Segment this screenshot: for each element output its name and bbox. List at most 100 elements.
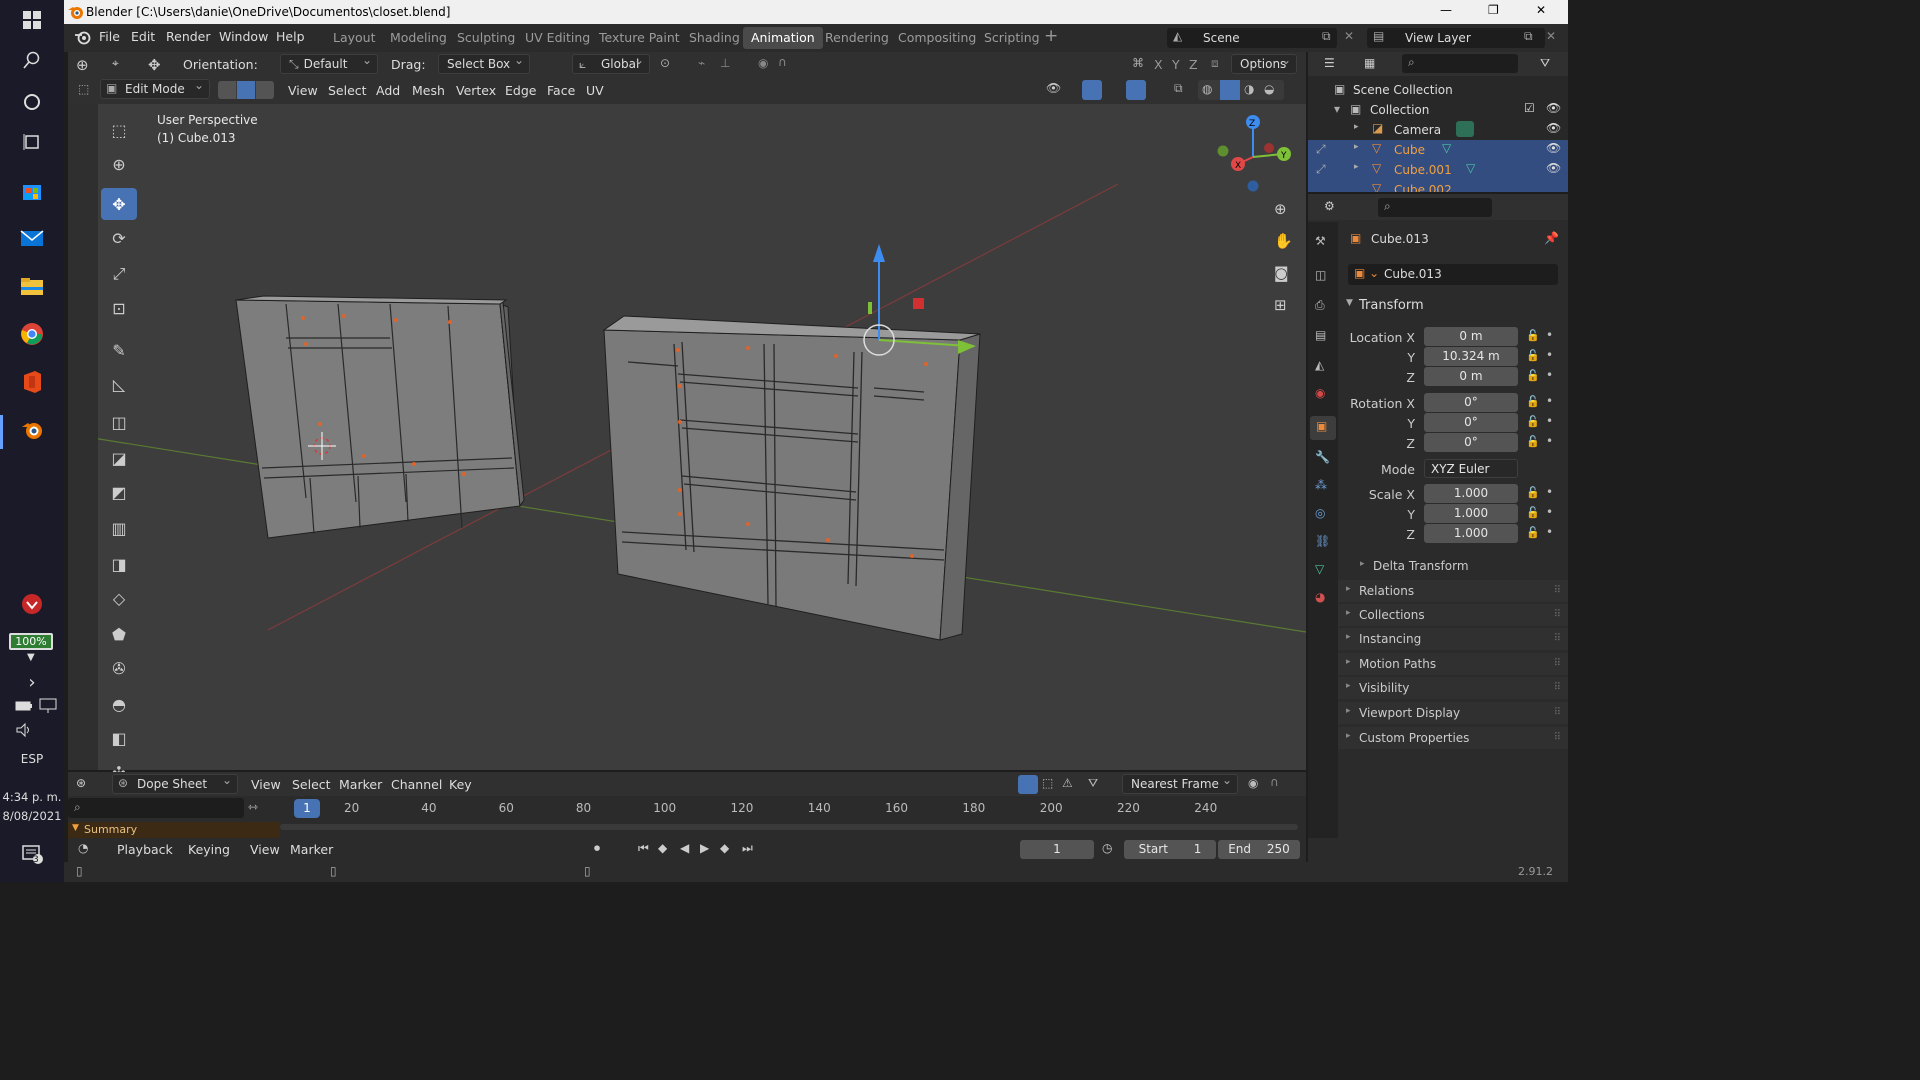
dope-sheet-scrollbar[interactable] xyxy=(280,824,1298,830)
keyframe-dot-icon[interactable]: • xyxy=(1546,328,1553,342)
zoom-icon[interactable]: ⊕ xyxy=(1274,200,1287,218)
keyframe-dot-icon[interactable]: • xyxy=(1546,348,1553,362)
cube-001-visibility-icon[interactable]: 👁 xyxy=(1546,161,1561,175)
filter-icon[interactable]: ⛛ xyxy=(1540,56,1550,71)
move-tool-icon[interactable]: ✥ xyxy=(148,56,161,74)
keyframe-dot-icon[interactable]: • xyxy=(1546,485,1553,499)
editor-type-icon[interactable]: ⊕ xyxy=(76,56,89,74)
antivirus-tray-icon[interactable] xyxy=(18,590,46,618)
location-x-field[interactable]: 0 m xyxy=(1424,327,1518,346)
scene-selector[interactable]: ◭ Scene xyxy=(1167,28,1337,48)
play-reverse-icon[interactable]: ◀ xyxy=(680,841,689,855)
show-hidden-icon[interactable]: ⬚ xyxy=(1042,776,1053,790)
visibility-section[interactable]: ▸ Visibility ⠿ xyxy=(1338,677,1568,699)
keyframe-dot-icon[interactable]: • xyxy=(1546,394,1553,408)
custom-properties-section[interactable]: ▸ Custom Properties ⠿ xyxy=(1338,727,1568,749)
view-layer-selector[interactable]: ▤ View Layer xyxy=(1367,28,1545,48)
solid-shading-icon[interactable] xyxy=(1220,80,1240,100)
expand-icon[interactable]: ▸ xyxy=(1354,122,1359,132)
tab-layout[interactable]: Layout xyxy=(325,27,384,49)
dope-sheet-ruler[interactable]: 1 20 40 60 80 100 120 140 160 180 200 220 240 xyxy=(280,798,1306,820)
material-tab-icon[interactable]: ◕ xyxy=(1315,590,1325,604)
spin-tool[interactable]: ✇ xyxy=(101,652,137,684)
vertex-select-icon[interactable] xyxy=(218,81,236,99)
3d-viewport[interactable]: User Perspective (1) Cube.013 Z Y X ⊕ ✋ … xyxy=(68,104,1306,770)
cube-visibility-icon[interactable]: 👁 xyxy=(1546,141,1561,155)
knife-tool[interactable]: ◇ xyxy=(101,582,137,614)
summary-channel[interactable]: ▼ Summary xyxy=(68,822,280,838)
bevel-tool[interactable]: ▥ xyxy=(101,512,137,544)
edit-mode-toggle-icon[interactable]: ⤢ xyxy=(1316,162,1326,177)
dope-sheet-mode-dropdown[interactable]: Dope Sheet xyxy=(112,773,238,794)
world-tab-icon[interactable]: ◉ xyxy=(1315,386,1325,400)
smooth-tool[interactable]: ◓ xyxy=(101,688,137,720)
rotation-y-field[interactable]: 0° xyxy=(1424,413,1518,432)
pan-hand-icon[interactable]: ✋ xyxy=(1274,232,1293,250)
render-tab-icon[interactable]: ◫ xyxy=(1315,268,1326,282)
vp-menu-view[interactable]: View xyxy=(288,83,318,98)
falloff-icon[interactable]: ∩ xyxy=(1270,775,1279,789)
outliner-item-camera[interactable]: ▸ ◪ Camera 👁 xyxy=(1308,120,1568,140)
tab-shading[interactable]: Shading xyxy=(681,27,748,49)
vp-menu-face[interactable]: Face xyxy=(547,83,575,98)
rotation-mode-dropdown[interactable]: XYZ Euler xyxy=(1424,459,1518,478)
view-layer-tab-icon[interactable]: ▤ xyxy=(1315,328,1326,342)
lock-scale-y-icon[interactable]: 🔓 xyxy=(1526,506,1540,519)
vp-menu-select[interactable]: Select xyxy=(328,83,367,98)
properties-search-input[interactable]: ⌕ xyxy=(1378,198,1492,217)
move-tool[interactable]: ✥ xyxy=(101,188,137,220)
ds-menu-select[interactable]: Select xyxy=(292,777,331,792)
language-indicator[interactable]: ESP xyxy=(0,752,64,766)
xray-icon[interactable]: ⧉ xyxy=(1174,81,1183,96)
measure-tool[interactable]: ◺ xyxy=(101,368,137,400)
notifications-icon[interactable] xyxy=(18,840,46,868)
mirror-y[interactable]: Y xyxy=(1172,57,1180,72)
select-mode-icon[interactable]: ⬚ xyxy=(78,82,89,96)
mirror-icon[interactable]: ⌘ xyxy=(1132,56,1144,70)
drag-handle-icon[interactable]: ⠿ xyxy=(1554,682,1561,693)
outliner-scene-collection[interactable]: ▣ Scene Collection xyxy=(1308,80,1568,100)
rendered-shading-icon[interactable]: ◒ xyxy=(1264,82,1274,96)
particles-tab-icon[interactable]: ⁂ xyxy=(1315,478,1327,492)
timeline-menu-marker[interactable]: Marker xyxy=(290,842,333,857)
timeline-menu-view[interactable]: View xyxy=(250,842,280,857)
lock-location-z-icon[interactable]: 🔓 xyxy=(1526,369,1540,382)
edge-slide-tool[interactable]: ◧ xyxy=(101,722,137,754)
current-frame-field[interactable]: 1 xyxy=(1020,840,1094,859)
lock-scale-z-icon[interactable]: 🔓 xyxy=(1526,526,1540,539)
drag-handle-icon[interactable]: ⠿ xyxy=(1554,633,1561,644)
physics-tab-icon[interactable]: ◎ xyxy=(1315,506,1325,520)
play-icon[interactable]: ▶ xyxy=(700,841,709,855)
scale-y-field[interactable]: 1.000 xyxy=(1424,504,1518,523)
auto-keying-icon[interactable]: ⏺ xyxy=(594,841,600,856)
prev-keyframe-icon[interactable]: ◆ xyxy=(658,841,667,855)
tab-uv-editing[interactable]: UV Editing xyxy=(517,27,598,49)
keyframe-dot-icon[interactable]: • xyxy=(1546,368,1553,382)
data-tab-icon[interactable]: ▽ xyxy=(1315,562,1324,576)
camera-visibility-icon[interactable]: 👁 xyxy=(1546,121,1561,135)
mirror-x[interactable]: X xyxy=(1154,57,1163,72)
blender-taskbar-icon[interactable] xyxy=(18,416,46,444)
store-icon[interactable] xyxy=(18,176,46,204)
add-workspace-icon[interactable]: + xyxy=(1044,26,1058,46)
location-y-field[interactable]: 10.324 m xyxy=(1424,347,1518,366)
transform-section-header[interactable]: ▼ Transform xyxy=(1338,294,1568,318)
poly-build-tool[interactable]: ⬟ xyxy=(101,618,137,650)
drag-handle-icon[interactable]: ⠿ xyxy=(1554,707,1561,718)
pivot-point-icon[interactable]: ⊙ xyxy=(660,56,670,70)
outliner-collection[interactable]: ▾ ▣ Collection ☑ 👁 xyxy=(1308,100,1568,120)
snap-mode-dropdown[interactable]: Nearest Frame xyxy=(1122,773,1238,794)
output-tab-icon[interactable]: ⎙ xyxy=(1315,298,1325,313)
timeline-menu-playback[interactable]: Playback xyxy=(117,842,173,857)
inset-tool[interactable]: ◩ xyxy=(101,476,137,508)
keyframe-dot-icon[interactable]: • xyxy=(1546,505,1553,519)
snap-target-icon[interactable]: ⊥ xyxy=(720,56,730,70)
material-shading-icon[interactable]: ◑ xyxy=(1244,82,1254,96)
only-errors-icon[interactable]: ⚠ xyxy=(1062,776,1073,790)
clock-time[interactable]: 4:34 p. m. xyxy=(0,790,64,804)
current-frame-indicator[interactable]: 1 xyxy=(294,799,320,818)
pin-icon[interactable]: 📌 xyxy=(1544,231,1559,245)
next-keyframe-icon[interactable]: ◆ xyxy=(720,841,729,855)
task-view-icon[interactable] xyxy=(18,128,46,156)
outliner-item-cube-001[interactable]: ⤢ ▸ ▽ Cube.001 ▽ 👁 xyxy=(1308,160,1568,180)
